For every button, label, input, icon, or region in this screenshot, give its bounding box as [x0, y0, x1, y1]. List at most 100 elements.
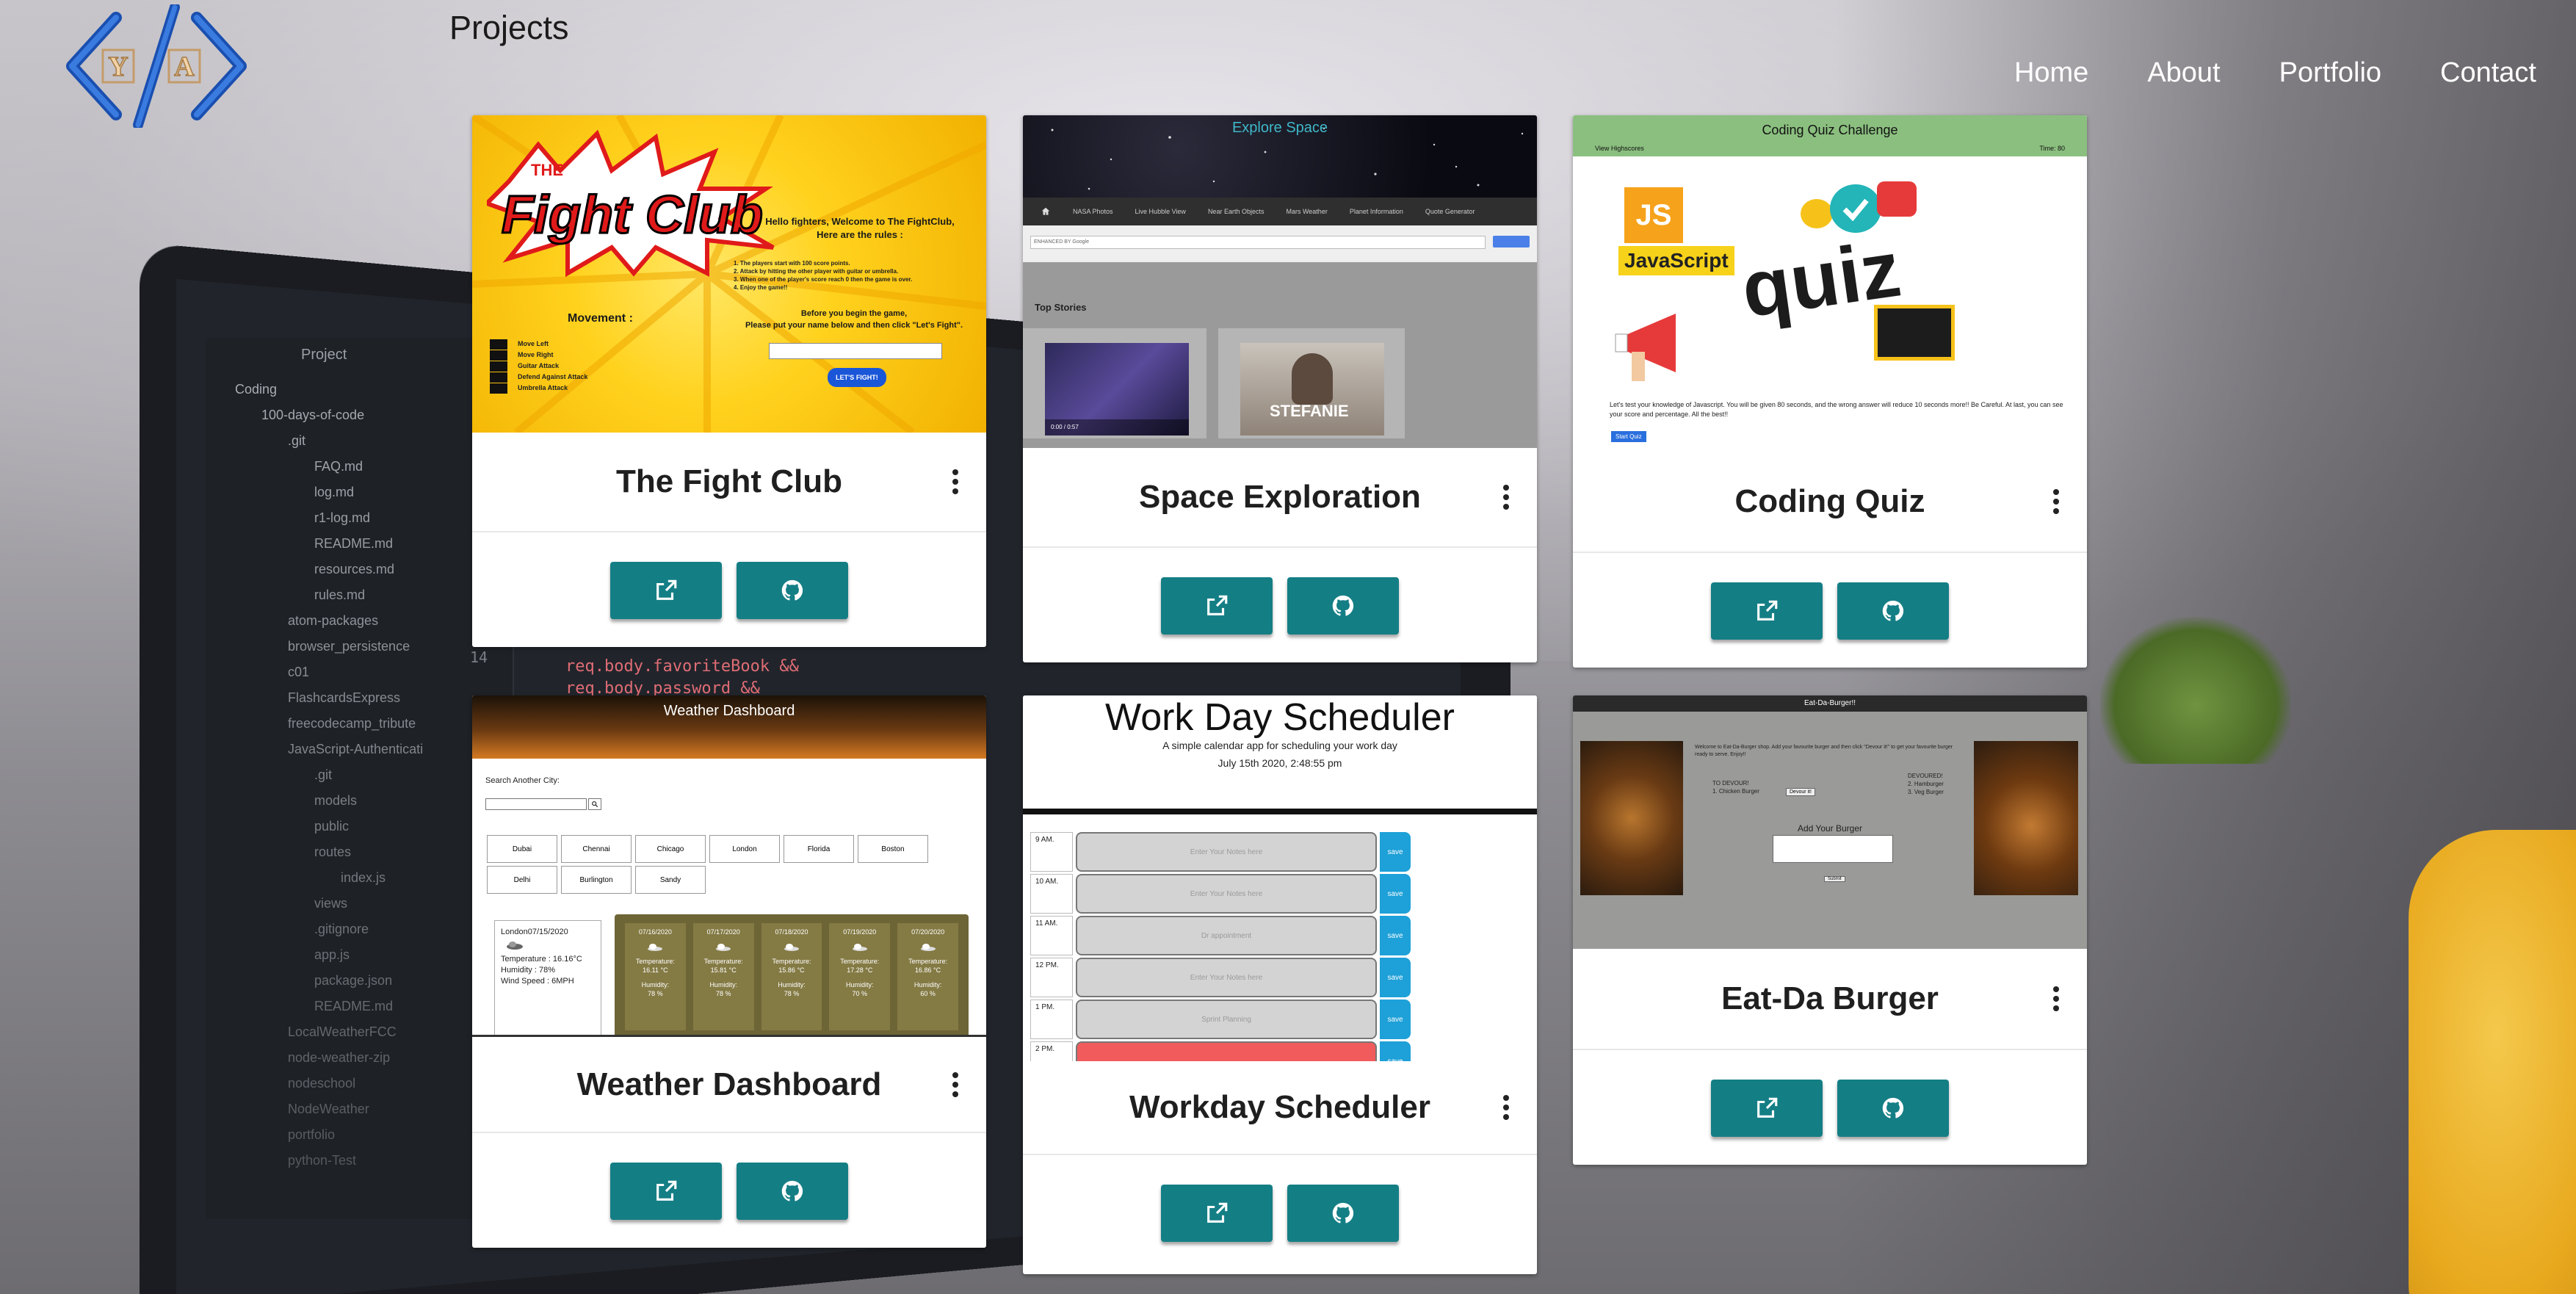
more-vertical-icon[interactable]	[1502, 485, 1510, 510]
project-title: Workday Scheduler	[1129, 1089, 1430, 1125]
scheduler-rows: 9 AM. Enter Your Notes here save 10 AM. Ente…	[1030, 832, 1537, 1061]
city-buttons-row-1: Dubai Chennai Chicago London Florida Bos…	[487, 835, 928, 863]
to-devour-list: TO DEVOUR! 1. Chicken Burger	[1712, 779, 1759, 795]
space-search-area: ENHANCED BY Google	[1023, 225, 1537, 262]
space-search-button[interactable]	[1493, 236, 1530, 247]
github-repo-button[interactable]	[1287, 577, 1399, 635]
scheduler-save-button[interactable]: save	[1380, 958, 1411, 997]
live-demo-button[interactable]	[1161, 577, 1273, 635]
scheduler-note-input[interactable]: Sprint Planning	[1076, 1000, 1377, 1039]
forecast-temp: 16.11 °C	[643, 966, 668, 974]
weather-search-label: Search Another City:	[485, 776, 560, 785]
forecast-temp-label: Temperature:	[703, 958, 743, 965]
home-icon[interactable]	[1041, 206, 1051, 217]
github-repo-button[interactable]	[1837, 1080, 1949, 1137]
quiz-start-button[interactable]: Start Quiz	[1611, 431, 1646, 442]
search-icon[interactable]	[588, 798, 601, 810]
space-tab[interactable]: Near Earth Objects	[1208, 208, 1265, 215]
city-button[interactable]: London	[709, 835, 780, 863]
nav-contact[interactable]: Contact	[2440, 57, 2536, 89]
scheduler-note-input[interactable]: Enter Your Notes here	[1076, 958, 1377, 997]
background-tree-item: JavaScript-Authenticati	[288, 742, 424, 756]
city-button[interactable]: Sandy	[635, 866, 706, 894]
scheduler-hour: 10 AM.	[1030, 874, 1073, 914]
scheduler-save-button[interactable]: save	[1380, 832, 1411, 872]
city-button[interactable]: Burlington	[561, 866, 632, 894]
city-button[interactable]: Chennai	[561, 835, 632, 863]
card-title-row: Workday Scheduler	[1023, 1061, 1537, 1155]
scheduler-note-input[interactable]: Dr appointment	[1076, 916, 1377, 955]
project-preview-eat-da-burger[interactable]: Eat-Da-Burger!! Welcome to Eat-Da-Burger…	[1573, 695, 2087, 949]
scheduler-row: 10 AM. Enter Your Notes here save	[1030, 874, 1537, 914]
background-tree-item: log.md	[314, 485, 355, 499]
add-burger-input[interactable]	[1773, 835, 1893, 863]
background-code-line-2: req.body.password &&	[565, 679, 760, 698]
space-hero-banner: Explore Space	[1023, 115, 1537, 198]
project-preview-workday-scheduler[interactable]: Work Day Scheduler A simple calendar app…	[1023, 695, 1537, 1061]
background-tree-item: index.js	[341, 870, 386, 885]
space-video-1[interactable]: 0:00 / 0:57	[1045, 343, 1189, 435]
space-tab[interactable]: Quote Generator	[1425, 208, 1475, 215]
scheduler-note-input[interactable]: Enter Your Notes here	[1076, 832, 1377, 872]
city-button[interactable]: Chicago	[635, 835, 706, 863]
github-repo-button[interactable]	[1287, 1185, 1399, 1242]
video-controls[interactable]: 0:00 / 0:57	[1045, 419, 1189, 435]
more-vertical-icon[interactable]	[951, 469, 960, 494]
scheduler-note-input[interactable]	[1076, 1041, 1377, 1061]
nav-about[interactable]: About	[2147, 57, 2220, 89]
more-vertical-icon[interactable]	[2052, 489, 2061, 514]
city-button[interactable]: Boston	[858, 835, 928, 863]
project-title: The Fight Club	[616, 463, 842, 499]
background-tree-title: Project	[301, 347, 347, 363]
scheduler-hour: 12 PM.	[1030, 958, 1073, 997]
city-button[interactable]: Florida	[784, 835, 854, 863]
quiz-highscores-link[interactable]: View Highscores	[1595, 145, 1644, 152]
live-demo-button[interactable]	[1161, 1185, 1273, 1242]
live-demo-button[interactable]	[1711, 582, 1823, 640]
fight-club-name-input[interactable]	[769, 343, 942, 359]
burger-submit-button[interactable]: Submit	[1824, 876, 1845, 882]
live-demo-button[interactable]	[610, 1163, 722, 1220]
city-button[interactable]: Dubai	[487, 835, 557, 863]
weather-header: Weather Dashboard	[472, 695, 986, 759]
more-vertical-icon[interactable]	[2052, 986, 2061, 1011]
scheduler-save-button[interactable]: save	[1380, 1000, 1411, 1039]
scheduler-save-button[interactable]: save	[1380, 916, 1411, 955]
fight-club-start-button[interactable]: LET'S FIGHT!	[828, 368, 886, 387]
scheduler-save-button[interactable]: save	[1380, 1041, 1411, 1061]
background-tree-item: browser_persistence	[288, 639, 410, 654]
space-tab[interactable]: Live Hubble View	[1135, 208, 1186, 215]
github-repo-button[interactable]	[737, 1163, 848, 1220]
devour-button[interactable]: Devour it!	[1786, 788, 1815, 796]
space-search-input[interactable]: ENHANCED BY Google	[1030, 236, 1486, 249]
background-tree-item: r1-log.md	[314, 510, 371, 525]
fight-club-rules-heading: Here are the rules :	[817, 229, 903, 240]
fight-club-movement-heading: Movement :	[568, 312, 633, 325]
project-preview-fight-club[interactable]: THE Fight Club Hello fighters, Welcome t…	[472, 115, 986, 433]
space-tab[interactable]: Mars Weather	[1286, 208, 1327, 215]
weather-search-input[interactable]	[485, 798, 587, 810]
scheduler-note-input[interactable]: Enter Your Notes here	[1076, 874, 1377, 914]
project-preview-weather-dashboard[interactable]: Weather Dashboard Search Another City: D…	[472, 695, 986, 1035]
project-preview-coding-quiz[interactable]: Coding Quiz Challenge View Highscores Ti…	[1573, 115, 2087, 452]
space-video-2[interactable]: STEFANIE	[1240, 343, 1384, 435]
scheduler-heading: Work Day Scheduler	[1105, 696, 1455, 739]
nav-home[interactable]: Home	[2014, 57, 2088, 89]
space-heading: Explore Space	[1231, 120, 1328, 136]
scheduler-save-button[interactable]: save	[1380, 874, 1411, 914]
city-button[interactable]: Delhi	[487, 866, 557, 894]
github-repo-button[interactable]	[737, 562, 848, 619]
nav-portfolio[interactable]: Portfolio	[2279, 57, 2381, 89]
github-repo-button[interactable]	[1837, 582, 1949, 640]
more-vertical-icon[interactable]	[1502, 1095, 1510, 1120]
space-tab[interactable]: Planet Information	[1350, 208, 1403, 215]
space-tab[interactable]: NASA Photos	[1073, 208, 1113, 215]
weather-today-humidity: Humidity : 78%	[501, 966, 555, 975]
more-vertical-icon[interactable]	[951, 1071, 960, 1097]
city-buttons-row-2: Delhi Burlington Sandy	[487, 866, 706, 894]
project-preview-space-exploration[interactable]: Explore Space NASA Photos Live Hubble Vi…	[1023, 115, 1537, 448]
site-logo[interactable]: Y A	[65, 2, 248, 130]
live-demo-button[interactable]	[610, 562, 722, 619]
background-tree-item: README.md	[314, 999, 394, 1013]
live-demo-button[interactable]	[1711, 1080, 1823, 1137]
